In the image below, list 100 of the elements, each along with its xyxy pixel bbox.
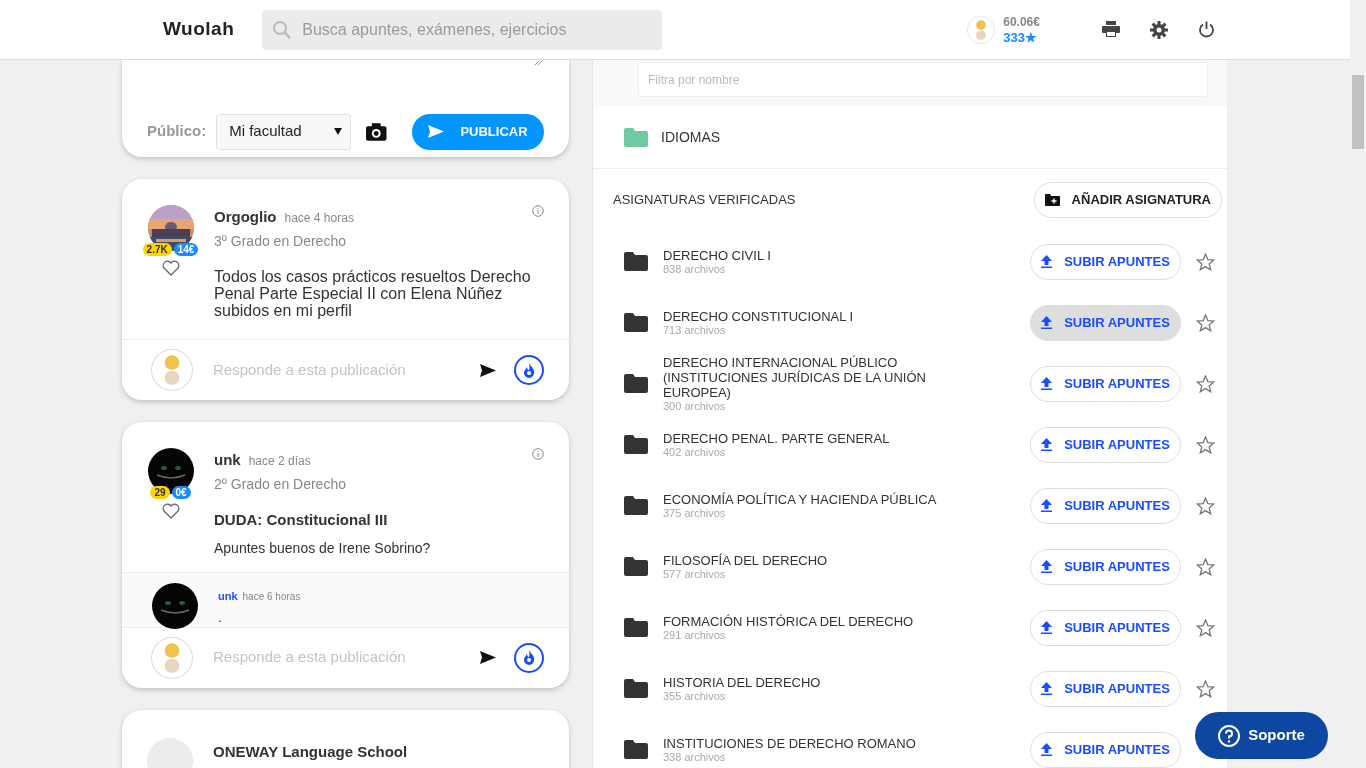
filter-field[interactable]: Filtra por nombre (638, 62, 1208, 97)
upload-icon (1041, 499, 1053, 512)
star-icon[interactable] (1196, 618, 1215, 637)
post-time: hace 2 días (248, 454, 311, 468)
send-icon[interactable] (480, 363, 496, 377)
file-count: 300 archivos (663, 399, 726, 413)
audience-dropdown[interactable]: Mi facultad (216, 113, 352, 150)
audience-label: Público: (147, 121, 207, 142)
author-name[interactable]: unk (214, 451, 241, 468)
file-count: 577 archivos (663, 567, 727, 581)
file-count: 713 archivos (663, 323, 727, 337)
upload-icon (1041, 377, 1053, 390)
file-count: 338 archivos (663, 750, 727, 764)
folder-icon (624, 128, 648, 147)
upload-button[interactable]: SUBIR APUNTES (1030, 487, 1181, 524)
comment-text: . (218, 610, 223, 625)
money-badge: 14€ (173, 243, 199, 256)
subject-name[interactable]: ECONOMÍA POLÍTICA Y HACIENDA PÚBLICA (663, 491, 993, 507)
folder-icon (624, 740, 648, 759)
money-badge: 0€ (171, 486, 191, 499)
logo[interactable]: Wuolah (163, 15, 235, 44)
section-heading: ASIGNATURAS VERIFICADAS (613, 191, 796, 210)
author-name[interactable]: Orgoglio (214, 208, 277, 225)
file-count: 355 archivos (663, 689, 727, 703)
upload-icon (1041, 743, 1053, 756)
subject-name[interactable]: FILOSOFÍA DEL DERECHO (663, 552, 993, 568)
star-icon[interactable] (1196, 435, 1215, 454)
folder-icon (624, 435, 648, 454)
upload-button[interactable]: SUBIR APUNTES (1030, 243, 1181, 280)
avatar-icon (151, 349, 193, 391)
scrollbar-thumb[interactable] (1352, 75, 1364, 149)
post-title: DUDA: Constitucional III (214, 510, 389, 530)
upload-button[interactable]: SUBIR APUNTES (1030, 365, 1181, 402)
upload-button[interactable]: SUBIR APUNTES (1030, 548, 1181, 585)
subject-name[interactable]: HISTORIA DEL DERECHO (663, 674, 993, 690)
comment-author[interactable]: unk (218, 589, 238, 602)
settings-icon[interactable] (1149, 20, 1168, 39)
upload-button[interactable]: SUBIR APUNTES (1030, 731, 1181, 768)
send-icon (428, 125, 445, 138)
add-subject-button[interactable]: AÑADIR ASIGNATURA (1033, 182, 1222, 218)
power-icon[interactable] (1197, 20, 1215, 38)
avatar-icon (151, 636, 193, 679)
flame-button[interactable] (514, 355, 544, 385)
post-text: Todos los casos prácticos resueltos Derecho Penal Parte Especial II con Elena Núñez subidos en mi perfil (214, 268, 532, 319)
upload-button[interactable]: SUBIR APUNTES (1030, 304, 1181, 341)
heart-icon[interactable] (161, 503, 180, 519)
file-count: 291 archivos (663, 628, 727, 642)
post-time: hace 4 horas (284, 211, 354, 225)
caret-icon (334, 128, 343, 135)
post-text: Apuntes buenos de Irene Sobrino? (214, 538, 432, 558)
star-icon[interactable] (1196, 679, 1215, 698)
upload-icon (1041, 255, 1053, 268)
upload-button[interactable]: SUBIR APUNTES (1030, 670, 1181, 707)
upload-icon (1041, 621, 1053, 634)
degree: 2º Grado en Derecho (214, 475, 347, 494)
points-badge: 29 (150, 486, 170, 499)
upload-icon (1041, 560, 1053, 573)
subject-name[interactable]: FORMACIÓN HISTÓRICA DEL DERECHO (663, 613, 993, 629)
folder-icon (624, 313, 648, 332)
folder-icon (624, 557, 648, 576)
folder-icon (624, 496, 648, 515)
info-icon[interactable] (532, 448, 544, 460)
file-count: 402 archivos (663, 445, 727, 459)
search-field[interactable]: Busca apuntes, exámenes, ejercicios (262, 9, 663, 50)
upload-icon (1041, 682, 1053, 695)
star-icon[interactable] (1196, 557, 1215, 576)
info-icon[interactable] (532, 205, 544, 217)
balance: 60.06€ (1003, 14, 1040, 30)
printer-icon[interactable] (1101, 20, 1120, 37)
upload-button[interactable]: SUBIR APUNTES (1030, 426, 1181, 463)
star-icon[interactable] (1196, 313, 1215, 332)
folder-icon (624, 618, 648, 637)
camera-icon[interactable] (366, 122, 387, 141)
comment-time: hace 6 horas (242, 590, 301, 602)
flame-button[interactable] (514, 642, 544, 673)
folder-name[interactable]: IDIOMAS (661, 127, 721, 148)
file-count: 838 archivos (663, 262, 727, 276)
folder-icon (624, 679, 648, 698)
flame-icon (523, 362, 535, 378)
heart-icon[interactable] (161, 260, 180, 276)
star-icon[interactable] (1196, 252, 1215, 271)
subject-name[interactable]: INSTITUCIONES DE DERECHO ROMANO (663, 735, 993, 751)
send-icon[interactable] (480, 651, 496, 664)
degree: 3º Grado en Derecho (214, 232, 347, 251)
folder-icon (624, 252, 648, 271)
file-count: 375 archivos (663, 506, 727, 520)
star-icon[interactable] (1196, 496, 1215, 515)
subject-name[interactable]: DERECHO INTERNACIONAL PÚBLICO (INSTITUCIONES JURÍDICAS DE LA UNIÓN EUROPEA) (663, 354, 993, 400)
avatar-icon (967, 15, 996, 44)
star-icon[interactable] (1196, 374, 1215, 393)
subject-name[interactable]: DERECHO CIVIL I (663, 247, 993, 263)
subject-name[interactable]: DERECHO CONSTITUCIONAL I (663, 308, 993, 324)
stars-count: 333★ (1003, 29, 1038, 45)
upload-button[interactable]: SUBIR APUNTES (1030, 609, 1181, 646)
support-button[interactable]: Soporte (1195, 712, 1328, 759)
resize-grip-icon (534, 60, 542, 66)
folder-icon (624, 374, 648, 393)
folder-plus-icon (1044, 194, 1060, 206)
upload-icon (1041, 438, 1053, 451)
subject-name[interactable]: DERECHO PENAL. PARTE GENERAL (663, 430, 993, 446)
